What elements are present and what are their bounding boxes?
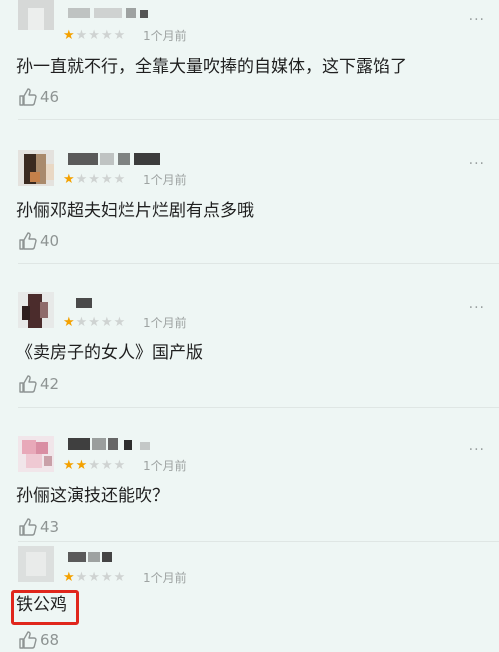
thumbs-up-icon — [18, 87, 38, 107]
review-item: ★★★★★ 1个月前 ··· 孙俪这演技还能吹？ 43 — [0, 408, 499, 542]
avatar[interactable] — [18, 436, 54, 472]
like-count: 68 — [40, 631, 60, 649]
username-blurred[interactable] — [68, 294, 178, 314]
more-dots-icon[interactable]: ··· — [469, 13, 485, 27]
star-empty: ★★★★ — [75, 172, 127, 187]
review-time: 1个月前 — [143, 571, 187, 585]
star-filled: ★★ — [63, 458, 89, 473]
review-time: 1个月前 — [143, 29, 187, 43]
rating-stars: ★★★★★ — [63, 570, 126, 586]
avatar[interactable] — [18, 0, 54, 30]
username-blurred[interactable] — [68, 550, 178, 570]
review-text: 孙俪邓超夫妇烂片烂剧有点多哦 — [16, 201, 254, 221]
star-filled: ★ — [63, 28, 76, 43]
more-dots-icon[interactable]: ··· — [469, 301, 485, 315]
review-text: 铁公鸡 — [16, 595, 67, 615]
review-item: ★★★★★ 1个月前 铁公鸡 68 — [0, 542, 499, 652]
more-dots-icon[interactable]: ··· — [469, 443, 485, 457]
star-filled: ★ — [63, 172, 76, 187]
more-dots-icon[interactable]: ··· — [469, 157, 485, 171]
thumbs-up-icon — [18, 374, 38, 394]
rating-stars: ★★★★★ — [63, 172, 126, 188]
username-blurred[interactable] — [68, 436, 178, 456]
username-blurred[interactable] — [68, 151, 178, 171]
review-time: 1个月前 — [143, 459, 187, 473]
star-empty: ★★★★ — [75, 28, 127, 43]
thumbs-up-icon — [18, 630, 38, 650]
like-button[interactable]: 46 — [18, 86, 59, 108]
like-button[interactable]: 42 — [18, 373, 59, 395]
like-count: 42 — [40, 375, 60, 393]
star-filled: ★ — [63, 315, 76, 330]
review-feed: ★★★★★ 1个月前 ··· 孙一直就不行，全靠大量吹捧的自媒体，这下露馅了 4… — [0, 0, 499, 652]
rating-stars: ★★★★★ — [63, 458, 126, 474]
thumbs-up-icon — [18, 231, 38, 251]
star-filled: ★ — [63, 570, 76, 585]
review-time: 1个月前 — [143, 316, 187, 330]
thumbs-up-icon — [18, 517, 38, 537]
avatar[interactable] — [18, 150, 54, 186]
like-count: 43 — [40, 518, 60, 536]
rating-stars: ★★★★★ — [63, 315, 126, 331]
star-empty: ★★★★ — [75, 570, 127, 585]
like-count: 46 — [40, 88, 60, 106]
like-button[interactable]: 68 — [18, 629, 59, 651]
like-count: 40 — [40, 232, 60, 250]
avatar[interactable] — [18, 546, 54, 582]
review-item: ★★★★★ 1个月前 ··· 孙俪邓超夫妇烂片烂剧有点多哦 40 — [0, 120, 499, 264]
review-item: ★★★★★ 1个月前 ··· 孙一直就不行，全靠大量吹捧的自媒体，这下露馅了 4… — [0, 0, 499, 120]
rating-stars: ★★★★★ — [63, 28, 126, 44]
avatar[interactable] — [18, 292, 54, 328]
star-empty: ★★★ — [88, 458, 127, 473]
review-time: 1个月前 — [143, 173, 187, 187]
review-text: 《卖房子的女人》国产版 — [16, 343, 203, 363]
star-empty: ★★★★ — [75, 315, 127, 330]
like-button[interactable]: 43 — [18, 516, 59, 538]
like-button[interactable]: 40 — [18, 230, 59, 252]
review-text: 孙俪这演技还能吹？ — [16, 486, 169, 506]
review-item: ★★★★★ 1个月前 ··· 《卖房子的女人》国产版 42 — [0, 264, 499, 408]
review-text: 孙一直就不行，全靠大量吹捧的自媒体，这下露馅了 — [16, 57, 407, 77]
username-blurred[interactable] — [68, 6, 178, 26]
